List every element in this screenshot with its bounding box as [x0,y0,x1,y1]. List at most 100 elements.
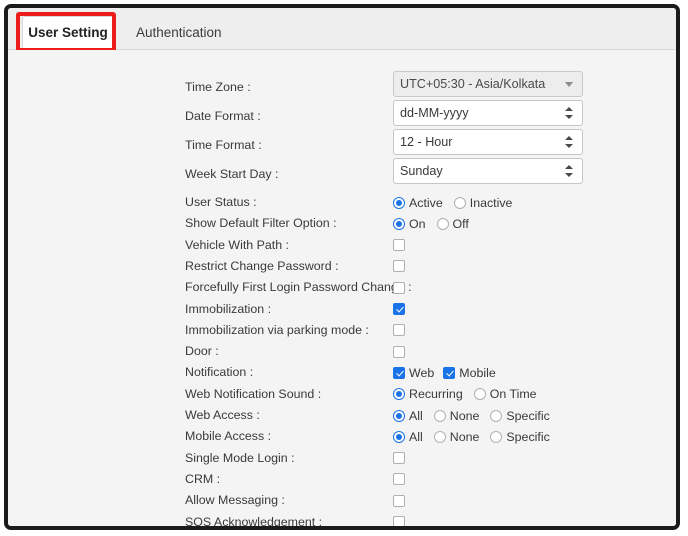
label-web-notification-sound: Web Notification Sound : [185,386,322,401]
radio-label: Active [409,195,443,210]
select-week-start-day[interactable]: Sunday [393,158,583,184]
control-single-mode-login [393,448,405,469]
control-restrict-change-password [393,256,405,277]
radio-icon[interactable] [393,196,405,209]
radio-label: Specific [506,429,550,444]
label-time-zone: Time Zone : [185,80,251,94]
label-sos-acknowledgement: SOS Acknowledgement : [185,514,323,529]
radio-show-default-filter-option-on[interactable]: On [393,217,426,231]
control-mobile-access: All None Specific [393,426,550,447]
label-crm: CRM : [185,471,221,486]
radio-icon[interactable] [453,196,466,209]
label-notification: Notification : [185,365,254,380]
label-allow-messaging: Allow Messaging : [185,493,285,508]
radio-web-access-specific[interactable]: Specific [490,408,550,423]
radio-mobile-access-none[interactable]: None [433,429,480,444]
checkbox-crm[interactable] [393,473,405,486]
select-time-format[interactable]: 12 - Hour [393,129,583,155]
checkbox-forcefully-first-login-password-change[interactable] [393,281,405,294]
radio-web-notification-sound-recurring[interactable]: Recurring [393,387,463,401]
radio-mobile-access-specific[interactable]: Specific [490,429,550,444]
checkbox-icon[interactable] [393,366,405,379]
checkbox-allow-messaging[interactable] [393,494,405,507]
checkbox-immobilization[interactable] [393,303,405,315]
spinner-icon[interactable] [565,164,574,178]
radio-web-access-all[interactable]: All [393,409,423,423]
control-vehicle-with-path [393,235,405,256]
label-vehicle-with-path: Vehicle With Path : [185,237,289,252]
checkbox-vehicle-with-path[interactable] [393,239,405,252]
row-immobilization: Immobilization : [8,299,676,320]
radio-icon[interactable] [393,430,405,443]
row-sos-acknowledgement: SOS Acknowledgement : [8,512,676,529]
control-immobilization-via-parking-mode [393,320,405,341]
radio-icon[interactable] [436,217,449,230]
radio-icon[interactable] [393,388,405,401]
checkbox-sos-acknowledgement[interactable] [393,516,405,526]
tab-authentication[interactable]: Authentication [120,16,238,49]
checkbox-door[interactable] [393,345,405,358]
row-restrict-change-password: Restrict Change Password : [8,256,676,277]
spinner-icon[interactable] [565,135,574,149]
select-week-start-day-value: Sunday [400,164,443,178]
radio-icon[interactable] [433,430,446,443]
radio-icon[interactable] [473,388,486,401]
radio-group-user-status: Active Inactive [393,196,512,210]
radio-group-web-notification-sound: Recurring On Time [393,387,537,401]
label-mobile-access: Mobile Access : [185,429,272,444]
checkbox-label: Mobile [459,365,496,380]
spinner-icon[interactable] [565,106,574,120]
radio-label: Recurring [409,387,463,402]
radio-icon[interactable] [490,430,503,443]
radio-label: Specific [506,408,550,423]
radio-show-default-filter-option-off[interactable]: Off [436,217,469,231]
label-forcefully-first-login-password-change: Forcefully First Login Password Change : [185,280,412,295]
label-single-mode-login: Single Mode Login : [185,450,295,465]
radio-label: All [409,429,423,444]
label-immobilization-via-parking-mode: Immobilization via parking mode : [185,322,369,337]
tab-bar: User Setting Authentication [8,8,676,52]
radio-web-notification-sound-on-time[interactable]: On Time [473,387,537,402]
radio-label: On Time [489,387,537,402]
checkbox-icon[interactable] [443,366,456,379]
checkbox-notification-web[interactable]: Web [393,366,434,380]
checkbox-single-mode-login[interactable] [393,452,405,465]
radio-group-mobile-access: All None Specific [393,430,550,444]
select-date-format-value: dd-MM-yyyy [400,106,469,120]
label-user-status: User Status : [185,195,257,209]
radio-user-status-inactive[interactable]: Inactive [453,196,512,210]
radio-user-status-active[interactable]: Active [393,196,443,210]
radio-icon[interactable] [393,217,405,230]
radio-web-access-none[interactable]: None [433,409,479,423]
label-door: Door : [185,344,219,359]
label-immobilization: Immobilization : [185,301,272,316]
select-time-format-value: 12 - Hour [400,135,453,149]
control-forcefully-first-login-password-change [393,277,405,298]
settings-window: User Setting Authentication Time Zone : U… [4,4,680,530]
control-web-access: All None Specific [393,405,550,426]
radio-icon[interactable] [490,409,503,422]
tab-user-setting[interactable]: User Setting [22,16,114,49]
checkbox-notification-mobile[interactable]: Mobile [443,366,496,380]
checkbox-immobilization-via-parking-mode[interactable] [393,324,405,337]
radio-label: All [409,408,423,423]
row-web-notification-sound: Web Notification Sound : Recurring On Time [8,384,676,405]
radio-label: None [449,429,480,444]
control-show-default-filter-option: On Off [393,213,469,234]
radio-mobile-access-all[interactable]: All [393,430,423,444]
row-show-default-filter-option: Show Default Filter Option : On Off [8,213,676,234]
caret-down-icon[interactable] [565,81,573,87]
control-crm [393,469,405,490]
checkbox-restrict-change-password[interactable] [393,260,405,273]
label-time-format: Time Format : [185,138,262,152]
row-allow-messaging: Allow Messaging : [8,490,676,511]
row-vehicle-with-path: Vehicle With Path : [8,235,676,256]
radio-icon[interactable] [433,409,446,422]
control-immobilization [393,299,405,320]
select-date-format[interactable]: dd-MM-yyyy [393,100,583,126]
row-web-access: Web Access : All None Specific [8,405,676,426]
radio-icon[interactable] [393,409,405,422]
row-door: Door : [8,341,676,362]
row-crm: CRM : [8,469,676,490]
select-time-zone[interactable]: UTC+05:30 - Asia/Kolkata [393,71,583,97]
